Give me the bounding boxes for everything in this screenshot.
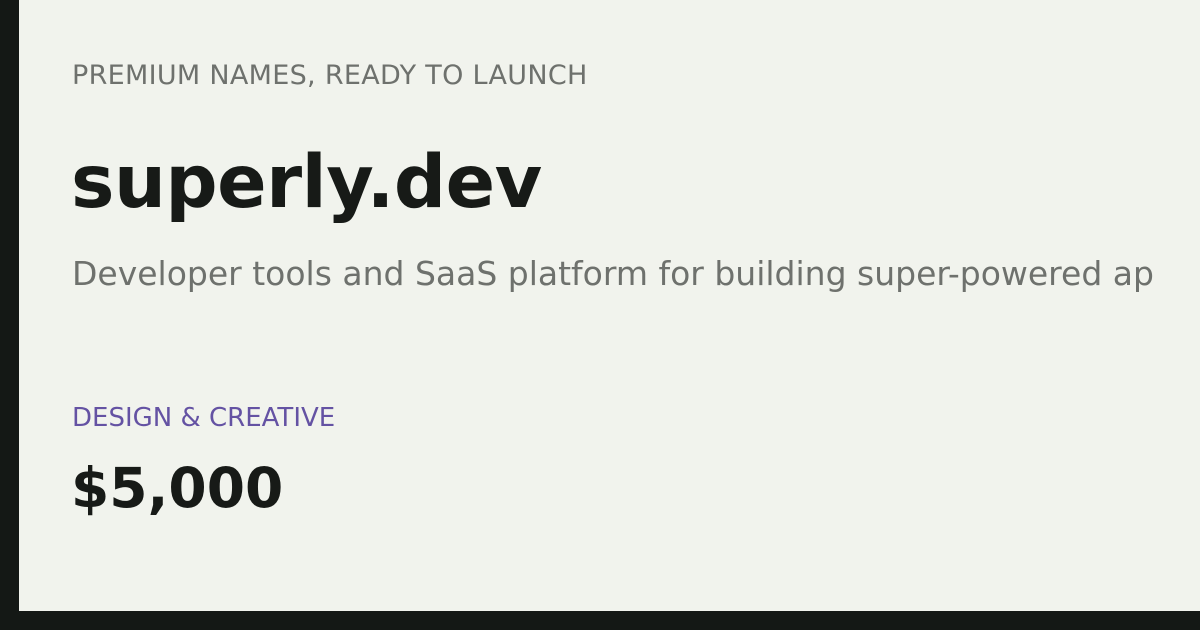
listing-card: PREMIUM NAMES, READY TO LAUNCH superly.d… — [19, 0, 1200, 611]
domain-description: Developer tools and SaaS platform for bu… — [72, 254, 1154, 293]
category-label: DESIGN & CREATIVE — [72, 403, 336, 433]
page-frame: PREMIUM NAMES, READY TO LAUNCH superly.d… — [0, 0, 1200, 630]
tagline: PREMIUM NAMES, READY TO LAUNCH — [72, 60, 588, 91]
price: $5,000 — [71, 456, 284, 520]
domain-name: superly.dev — [71, 140, 542, 225]
